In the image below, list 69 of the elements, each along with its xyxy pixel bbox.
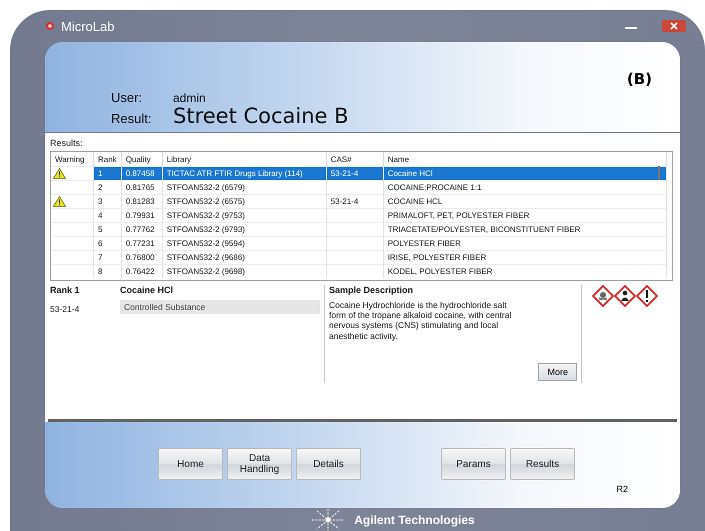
table-cell: STFOAN532-2 (9793) xyxy=(162,222,326,236)
table-cell: POLYESTER FIBER xyxy=(383,236,666,250)
table-cell: STFOAN532-2 (6579) xyxy=(162,180,326,194)
table-cell: STFOAN532-2 (9594) xyxy=(162,236,326,250)
table-row[interactable]: 4 0.79931 STFOAN532-2 (9753) PRIMALOFT, PET, POLYESTER FIBER xyxy=(51,208,666,222)
table-cell: 53-21-4 xyxy=(330,197,358,206)
table-cell: 5 xyxy=(94,222,122,236)
scrollbar-thumb[interactable] xyxy=(658,166,660,180)
column-header[interactable]: Warning xyxy=(51,152,94,166)
table-row[interactable]: 6 0.77231 STFOAN532-2 (9594) POLYESTER FIBER xyxy=(51,236,666,250)
table-cell: 0.87458 xyxy=(121,166,162,180)
results-label: Results: xyxy=(49,137,84,150)
table-cell: 7 xyxy=(94,250,122,264)
table-row[interactable]: 2 0.81765 STFOAN532-2 (6579) COCAINE:PROCAINE 1:1 xyxy=(51,180,666,194)
table-row[interactable]: 5 0.77762 STFOAN532-2 (9793) TRIACETATE/POLYESTER, BICONSTITUENT FIBER xyxy=(51,222,666,236)
table-cell: 2 xyxy=(94,180,122,194)
table-cell: 53-21-4 xyxy=(330,169,358,178)
table-cell: STFOAN532-2 (9753) xyxy=(162,208,326,222)
close-icon[interactable] xyxy=(662,20,686,32)
result-name: Street Cocaine B xyxy=(173,104,349,128)
table-cell: 0.76800 xyxy=(121,250,162,264)
table-cell: TICTAC ATR FTIR Drugs Library (114) xyxy=(162,166,326,180)
nav-button[interactable]: Params xyxy=(441,448,506,480)
table-cell: 0.77231 xyxy=(121,236,162,250)
nav-button[interactable]: Home xyxy=(158,448,223,480)
rank-label: Rank 1 xyxy=(50,285,81,295)
table-cell: COCAINE:PROCAINE 1:1 xyxy=(383,180,666,194)
hazard-icons-drawing xyxy=(592,285,658,307)
table-cell: 0.79931 xyxy=(121,208,162,222)
table-cell: 0.81283 xyxy=(121,194,162,208)
table-cell: STFOAN532-2 (9698) xyxy=(162,264,326,278)
table-cell: 4 xyxy=(94,208,122,222)
table-cell: COCAINE HCL xyxy=(383,194,666,208)
table-cell: IRISE, POLYESTER FIBER xyxy=(383,250,666,264)
result-label: Result: xyxy=(111,111,152,128)
user-name: admin xyxy=(173,90,207,105)
table-cell: 0.76422 xyxy=(121,264,162,278)
revision-label: R2 xyxy=(616,484,628,494)
description-title: Sample Description xyxy=(329,285,414,295)
substance-name: Cocaine HCl xyxy=(120,285,174,295)
nav-button[interactable]: Results xyxy=(510,448,575,480)
table-row[interactable]: 3 0.81283 STFOAN532-2 (6575) 53-21-4 COCAINE HCL xyxy=(51,194,666,208)
description-text: Cocaine Hydrochloride is the hydrochloride salt form of the tropane alkaloid cocaine, with central nervous systems (CNS) stimulating and local anesthetic activity. xyxy=(329,300,512,341)
table-cell: TRIACETATE/POLYESTER, BICONSTITUENT FIBER xyxy=(383,222,666,236)
table-cell: KODEL, POLYESTER FIBER xyxy=(383,264,666,278)
table-cell: STFOAN532-2 (9686) xyxy=(162,250,326,264)
table-cell: 0.77762 xyxy=(121,222,162,236)
table-cell: 8 xyxy=(94,264,122,278)
table-cell: 0.81765 xyxy=(121,180,162,194)
category-field: Controlled Substance xyxy=(120,300,320,314)
brand-name: Agilent Technologies xyxy=(354,512,475,526)
table-row[interactable]: 7 0.76800 STFOAN532-2 (9686) IRISE, POLYESTER FIBER xyxy=(51,250,666,264)
app-icon xyxy=(45,21,55,31)
table-cell: Cocaine HCl xyxy=(383,166,666,180)
table-cell: PRIMALOFT, PET, POLYESTER FIBER xyxy=(383,208,666,222)
table-row[interactable]: 1 0.87458 TICTAC ATR FTIR Drugs Library (114) 53-21-4 Cocaine HCl xyxy=(51,166,666,180)
nav-button[interactable]: Data Handling xyxy=(227,448,292,480)
table-cell: 1 xyxy=(94,166,122,180)
nav-button[interactable]: Details xyxy=(296,448,361,480)
table-cell: STFOAN532-2 (6575) xyxy=(162,194,326,208)
more-button[interactable]: More xyxy=(538,363,577,381)
spark-logo-icon xyxy=(310,508,346,530)
table-cell: 6 xyxy=(94,236,122,250)
window-title: MicroLab xyxy=(61,18,114,34)
user-label: User: xyxy=(111,90,144,105)
table-row[interactable]: 8 0.76422 STFOAN532-2 (9698) KODEL, POLYESTER FIBER xyxy=(51,264,666,278)
table-cell: 3 xyxy=(94,194,122,208)
panel-tag: (B) xyxy=(626,70,652,88)
cas-number: 53-21-4 xyxy=(50,304,80,314)
